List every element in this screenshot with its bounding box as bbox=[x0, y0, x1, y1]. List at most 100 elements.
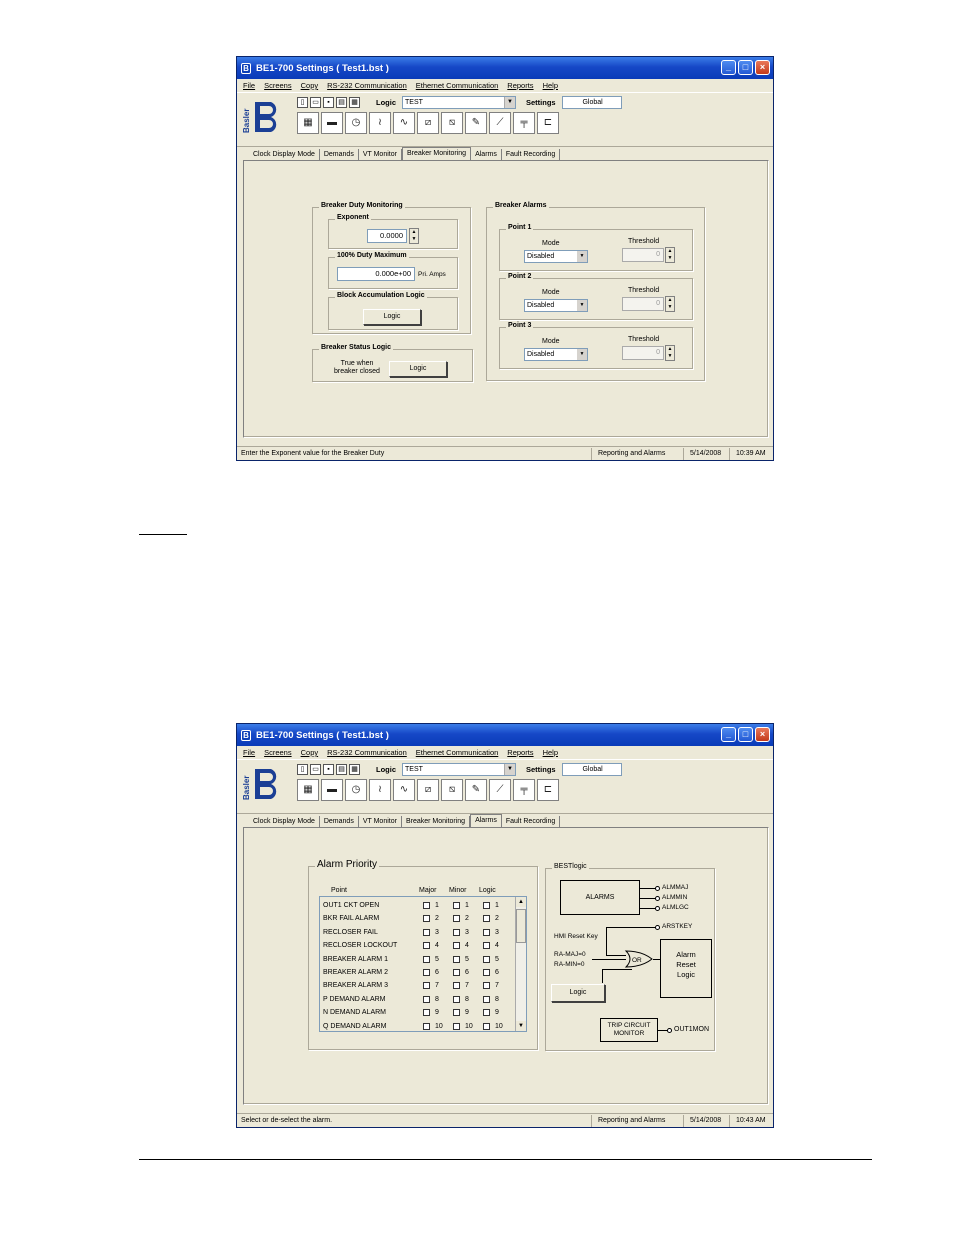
close-button[interactable]: × bbox=[755, 60, 770, 75]
minor-checkbox[interactable] bbox=[453, 928, 460, 936]
trip-circuit-icon[interactable]: ╤ bbox=[513, 779, 535, 801]
minor-checkbox[interactable] bbox=[453, 1022, 460, 1030]
tab-demands[interactable]: Demands bbox=[320, 816, 359, 827]
new-icon[interactable]: ▯ bbox=[297, 764, 308, 775]
table-row[interactable]: Q DEMAND ALARM 10 10 10 bbox=[323, 1020, 513, 1033]
menu-ethernet[interactable]: Ethernet Communication bbox=[416, 81, 499, 90]
menu-reports[interactable]: Reports bbox=[507, 81, 533, 90]
properties-icon[interactable]: ▦ bbox=[349, 97, 360, 108]
major-checkbox[interactable] bbox=[423, 928, 430, 936]
logic-checkbox[interactable] bbox=[483, 1009, 490, 1017]
maximize-button[interactable]: □ bbox=[738, 60, 753, 75]
logic-checkbox[interactable] bbox=[483, 902, 490, 909]
ct-vt-icon[interactable]: ▬ bbox=[321, 112, 343, 134]
logic-checkbox[interactable] bbox=[483, 982, 490, 990]
point1-threshold-input[interactable]: 0 bbox=[622, 248, 664, 262]
open-icon[interactable]: ▭ bbox=[310, 764, 321, 775]
menu-file[interactable]: File bbox=[243, 81, 255, 90]
connector-icon[interactable]: ⊏ bbox=[537, 112, 559, 134]
logic-checkbox[interactable] bbox=[483, 915, 490, 923]
major-checkbox[interactable] bbox=[423, 902, 430, 909]
block-logic-button[interactable]: Logic bbox=[363, 309, 421, 325]
menu-help[interactable]: Help bbox=[543, 748, 558, 757]
tab-demands[interactable]: Demands bbox=[320, 149, 359, 160]
tab-breaker-monitoring[interactable]: Breaker Monitoring bbox=[402, 816, 471, 827]
tab-vt-monitor[interactable]: VT Monitor bbox=[359, 149, 402, 160]
point3-mode-select[interactable]: Disabled ▼ bbox=[524, 348, 588, 361]
menu-copy[interactable]: Copy bbox=[301, 81, 319, 90]
exponent-spinner[interactable]: ▲ ▼ bbox=[409, 228, 419, 244]
logic-checkbox[interactable] bbox=[483, 1022, 490, 1030]
menu-reports[interactable]: Reports bbox=[507, 748, 533, 757]
scroll-thumb[interactable] bbox=[516, 909, 526, 943]
title-bar[interactable]: B BE1-700 Settings ( Test1.bst ) _ □ × bbox=[237, 724, 773, 746]
menu-rs232[interactable]: RS-232 Communication bbox=[327, 81, 407, 90]
logic-select[interactable]: TEST ▼ bbox=[402, 763, 516, 776]
waveform-icon[interactable]: ∿ bbox=[393, 112, 415, 134]
print-icon[interactable]: ▤ bbox=[336, 97, 347, 108]
menu-ethernet[interactable]: Ethernet Communication bbox=[416, 748, 499, 757]
point3-threshold-spinner[interactable]: ▲ ▼ bbox=[665, 345, 675, 361]
point1-threshold-spinner[interactable]: ▲ ▼ bbox=[665, 247, 675, 263]
major-checkbox[interactable] bbox=[423, 1009, 430, 1017]
minimize-button[interactable]: _ bbox=[721, 727, 736, 742]
minor-checkbox[interactable] bbox=[453, 1009, 460, 1017]
major-checkbox[interactable] bbox=[423, 995, 430, 1003]
minor-checkbox[interactable] bbox=[453, 982, 460, 990]
menu-file[interactable]: File bbox=[243, 748, 255, 757]
maximize-button[interactable]: □ bbox=[738, 727, 753, 742]
major-checkbox[interactable] bbox=[423, 942, 430, 950]
tab-clock-display-mode[interactable]: Clock Display Mode bbox=[249, 149, 320, 160]
table-row[interactable]: BREAKER ALARM 2 6 6 6 bbox=[323, 966, 513, 979]
voltage-icon[interactable]: ⧄ bbox=[417, 779, 439, 801]
point1-mode-select[interactable]: Disabled ▼ bbox=[524, 250, 588, 263]
setup-icon[interactable]: ▦ bbox=[297, 112, 319, 134]
save-icon[interactable]: ▪ bbox=[323, 97, 334, 108]
properties-icon[interactable]: ▦ bbox=[349, 764, 360, 775]
logic-checkbox[interactable] bbox=[483, 942, 490, 950]
reclose-icon[interactable]: ⧅ bbox=[441, 112, 463, 134]
point2-threshold-input[interactable]: 0 bbox=[622, 297, 664, 311]
tab-vt-monitor[interactable]: VT Monitor bbox=[359, 816, 402, 827]
save-icon[interactable]: ▪ bbox=[323, 764, 334, 775]
minimize-button[interactable]: _ bbox=[721, 60, 736, 75]
tab-fault-recording[interactable]: Fault Recording bbox=[502, 149, 561, 160]
clock-icon[interactable]: ◷ bbox=[345, 779, 367, 801]
table-row[interactable]: BKR FAIL ALARM 2 2 2 bbox=[323, 912, 513, 925]
table-row[interactable]: OUT1 CKT OPEN 1 1 1 bbox=[323, 899, 513, 912]
new-icon[interactable]: ▯ bbox=[297, 97, 308, 108]
open-icon[interactable]: ▭ bbox=[310, 97, 321, 108]
major-checkbox[interactable] bbox=[423, 955, 430, 963]
major-checkbox[interactable] bbox=[423, 982, 430, 990]
menu-copy[interactable]: Copy bbox=[301, 748, 319, 757]
point3-threshold-input[interactable]: 0 bbox=[622, 346, 664, 360]
reclose-icon[interactable]: ⧅ bbox=[441, 779, 463, 801]
logic-checkbox[interactable] bbox=[483, 969, 490, 976]
tab-clock-display-mode[interactable]: Clock Display Mode bbox=[249, 816, 320, 827]
logic-checkbox[interactable] bbox=[483, 928, 490, 936]
ct-vt-icon[interactable]: ▬ bbox=[321, 779, 343, 801]
logic-checkbox[interactable] bbox=[483, 995, 490, 1003]
table-row[interactable]: BREAKER ALARM 3 7 7 7 bbox=[323, 979, 513, 992]
minor-checkbox[interactable] bbox=[453, 915, 460, 923]
minor-checkbox[interactable] bbox=[453, 995, 460, 1003]
title-bar[interactable]: B BE1-700 Settings ( Test1.bst ) _ □ × bbox=[237, 57, 773, 79]
logic-checkbox[interactable] bbox=[483, 955, 490, 963]
scroll-down-icon[interactable]: ▼ bbox=[516, 1021, 526, 1031]
table-row[interactable]: BREAKER ALARM 1 5 5 5 bbox=[323, 953, 513, 966]
exponent-input[interactable]: 0.0000 bbox=[367, 229, 407, 243]
major-checkbox[interactable] bbox=[423, 969, 430, 976]
table-row[interactable]: RECLOSER FAIL 3 3 3 bbox=[323, 926, 513, 939]
breaker-failure-icon[interactable]: ⟋ bbox=[489, 112, 511, 134]
major-checkbox[interactable] bbox=[423, 1022, 430, 1030]
connector-icon[interactable]: ⊏ bbox=[537, 779, 559, 801]
table-row[interactable]: N DEMAND ALARM 9 9 9 bbox=[323, 1006, 513, 1019]
bestlogic-logic-button[interactable]: Logic bbox=[551, 984, 605, 1002]
clock-icon[interactable]: ◷ bbox=[345, 112, 367, 134]
table-row[interactable]: RECLOSER LOCKOUT 4 4 4 bbox=[323, 939, 513, 952]
menu-screens[interactable]: Screens bbox=[264, 748, 292, 757]
close-button[interactable]: × bbox=[755, 727, 770, 742]
menu-screens[interactable]: Screens bbox=[264, 81, 292, 90]
point2-threshold-spinner[interactable]: ▲ ▼ bbox=[665, 296, 675, 312]
minor-checkbox[interactable] bbox=[453, 902, 460, 909]
